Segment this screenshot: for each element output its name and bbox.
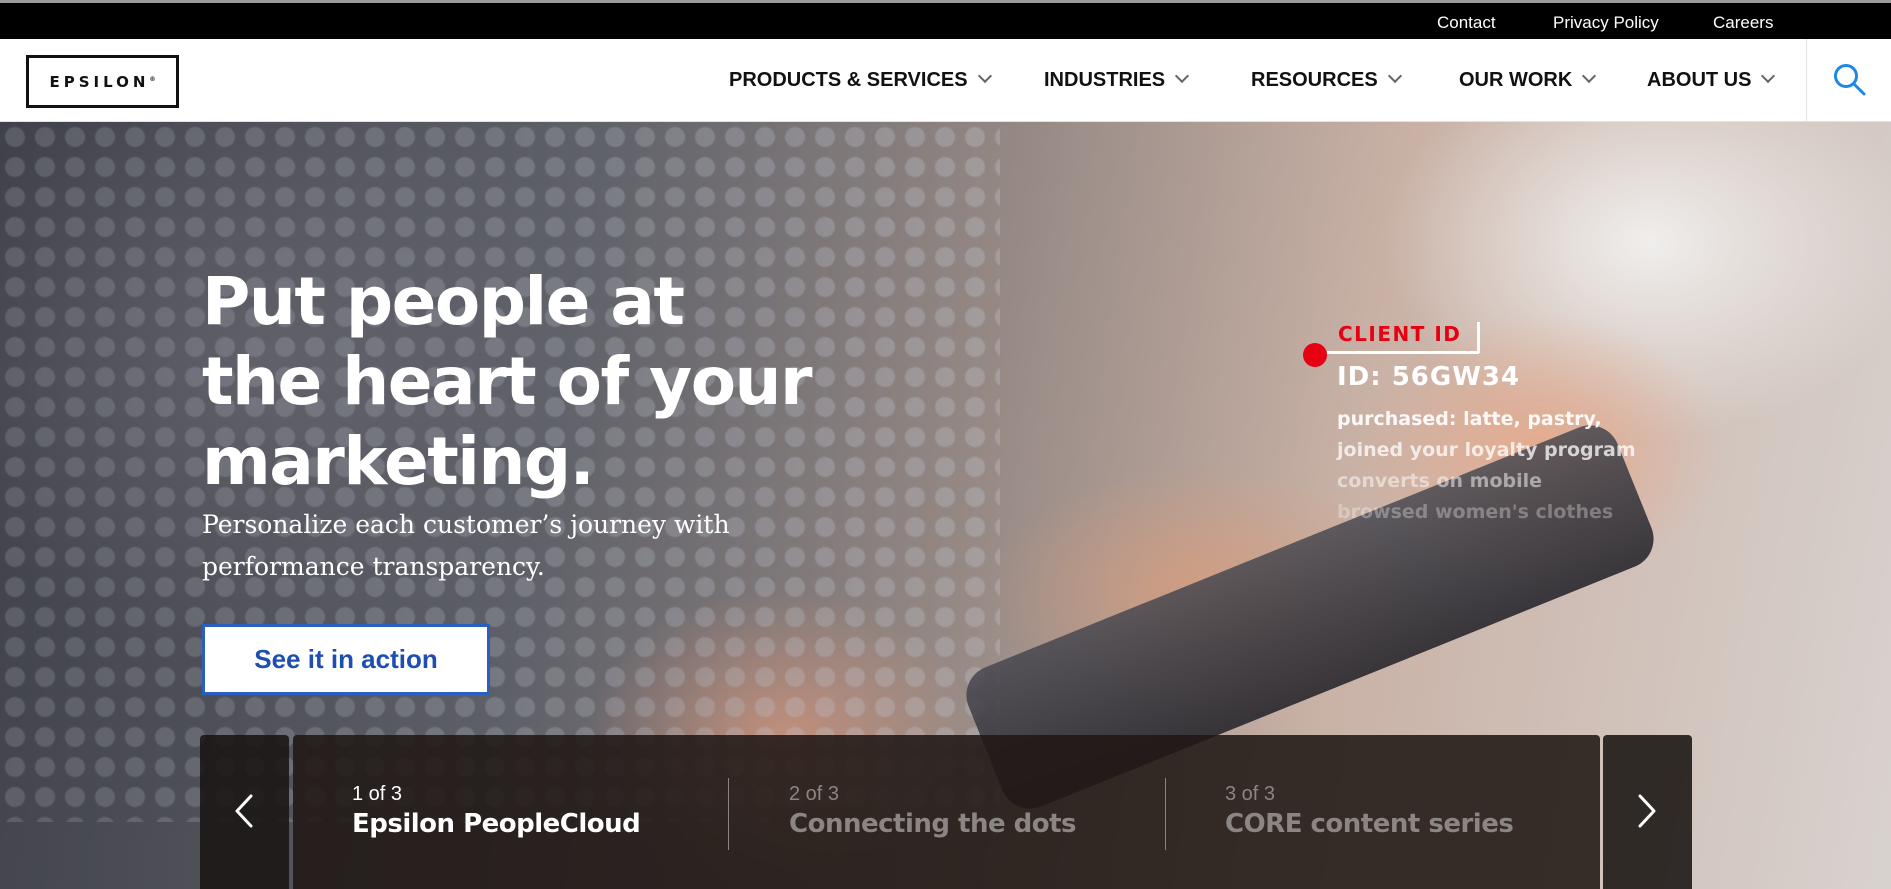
client-note: converts on mobile (1337, 470, 1543, 492)
chevron-down-icon (1582, 68, 1597, 84)
logo-wordmark: EPSILON (49, 72, 150, 91)
nav-label: OUR WORK (1459, 69, 1573, 91)
client-note: browsed women's clothes (1337, 501, 1614, 523)
slide-number: 2 of 3 (789, 783, 840, 805)
epsilon-logo[interactable]: EPSILON® (26, 55, 179, 108)
slide-title: Epsilon PeopleCloud (352, 809, 641, 839)
nav-industries[interactable]: INDUSTRIES (1044, 68, 1190, 92)
client-marker-dot (1303, 343, 1327, 367)
hero-section: Put people at the heart of your marketin… (0, 122, 1891, 889)
slide-number: 3 of 3 (1225, 783, 1276, 805)
client-id-label: CLIENT ID (1338, 322, 1462, 346)
slide-title: Connecting the dots (789, 809, 1077, 839)
nav-label: RESOURCES (1251, 69, 1378, 91)
slide-divider (1165, 778, 1166, 850)
nav-label: INDUSTRIES (1044, 69, 1166, 91)
client-note: joined your loyalty program (1337, 439, 1636, 461)
see-it-in-action-button[interactable]: See it in action (202, 624, 490, 695)
main-header: EPSILON® PRODUCTS & SERVICES INDUSTRIES … (0, 39, 1891, 122)
hero-headline: Put people at the heart of your marketin… (202, 263, 813, 500)
slide-title: CORE content series (1225, 809, 1514, 839)
carousel-prev-button[interactable] (200, 735, 289, 889)
nav-label: ABOUT US (1647, 69, 1752, 91)
chevron-down-icon (1761, 68, 1776, 84)
nav-about-us[interactable]: ABOUT US (1647, 68, 1776, 92)
chevron-right-icon (1638, 794, 1656, 828)
logo-text: EPSILON® (50, 73, 156, 91)
nav-label: PRODUCTS & SERVICES (729, 69, 968, 91)
chevron-down-icon (1387, 68, 1402, 84)
carousel-slide-2[interactable]: 2 of 3 Connecting the dots (789, 781, 1077, 841)
nav-resources[interactable]: RESOURCES (1251, 68, 1402, 92)
client-notes-list: purchased: latte, pastry, joined your lo… (1337, 404, 1636, 528)
hero-subhead: Personalize each customer’s journey with… (202, 510, 730, 581)
search-icon (1834, 64, 1866, 96)
client-id-value: ID: 56GW34 (1337, 362, 1521, 392)
slide-number: 1 of 3 (352, 783, 403, 805)
nav-products-services[interactable]: PRODUCTS & SERVICES (729, 68, 992, 92)
client-connector-corner (1477, 322, 1480, 353)
logo-registered-mark: ® (149, 75, 156, 83)
client-note: purchased: latte, pastry, (1337, 408, 1602, 430)
client-connector-line (1327, 351, 1479, 354)
nav-our-work[interactable]: OUR WORK (1459, 68, 1597, 92)
carousel-panel: 1 of 3 Epsilon PeopleCloud 2 of 3 Connec… (293, 735, 1600, 889)
chevron-left-icon (235, 794, 253, 828)
slide-divider (728, 778, 729, 850)
chevron-down-icon (977, 68, 992, 84)
carousel-next-button[interactable] (1603, 735, 1692, 889)
carousel-slide-3[interactable]: 3 of 3 CORE content series (1225, 781, 1514, 841)
privacy-policy-link[interactable]: Privacy Policy (1553, 13, 1659, 33)
chevron-down-icon (1175, 68, 1190, 84)
search-button[interactable] (1806, 39, 1891, 121)
contact-link[interactable]: Contact (1437, 13, 1496, 33)
carousel-slide-1[interactable]: 1 of 3 Epsilon PeopleCloud (352, 781, 641, 841)
careers-link[interactable]: Careers (1713, 13, 1773, 33)
utility-bar: Contact Privacy Policy Careers (0, 0, 1891, 39)
